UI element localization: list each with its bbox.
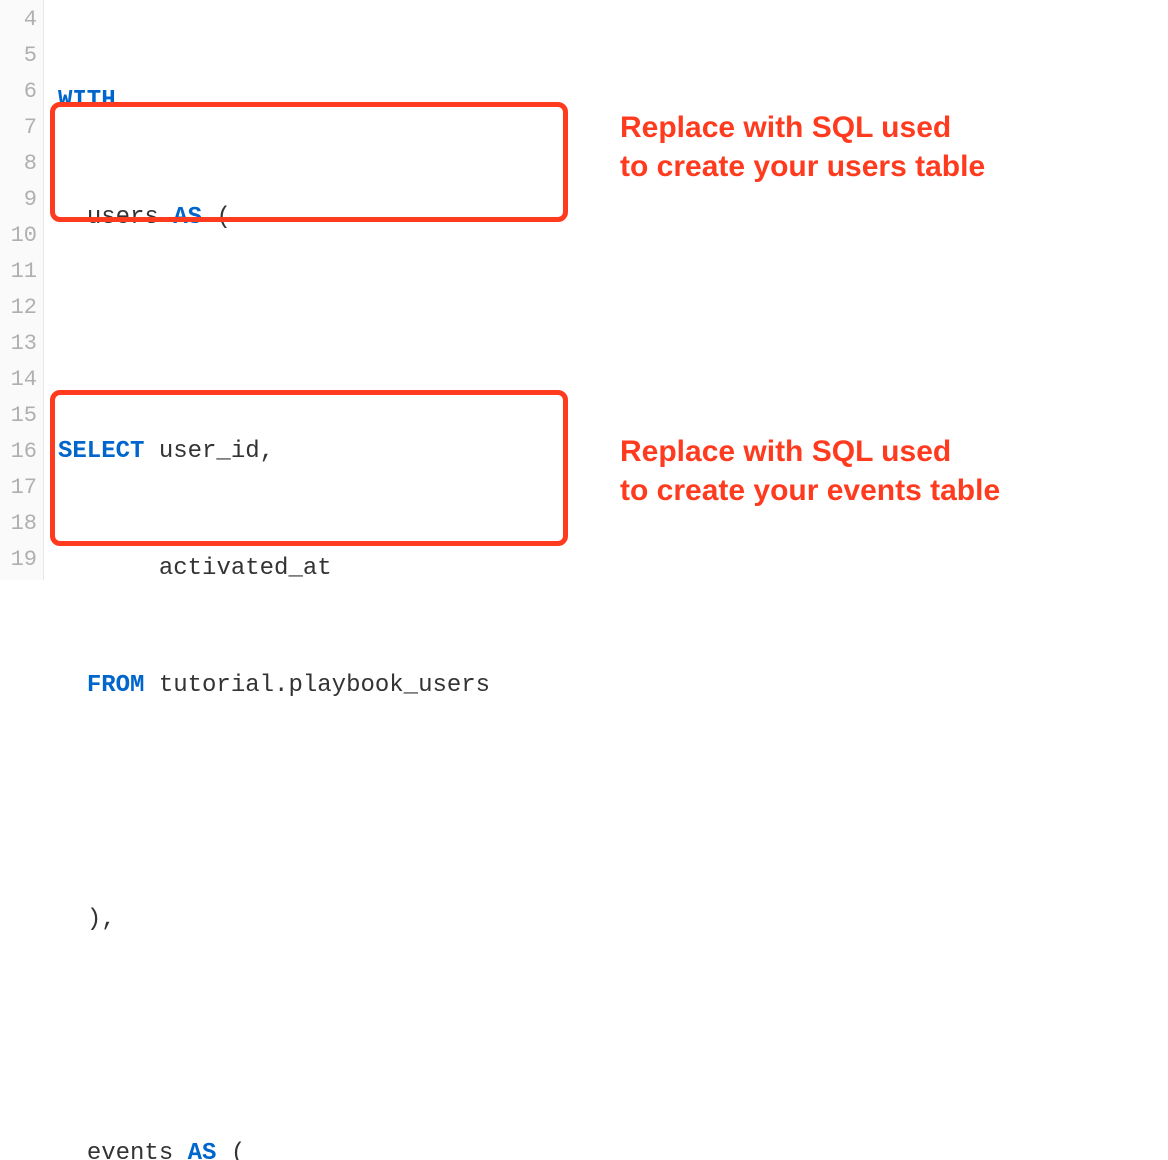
code-text: users <box>87 204 173 231</box>
code-editor: 45678910111213141516171819 WITH users AS… <box>0 0 1168 580</box>
keyword: WITH <box>58 87 116 114</box>
code-text: ( <box>202 204 231 231</box>
code-text: events <box>87 1140 188 1160</box>
line-number: 19 <box>0 542 43 578</box>
code-text: tutorial <box>144 672 274 699</box>
dot: . <box>274 672 288 699</box>
code-text: ( <box>216 1140 245 1160</box>
line-number: 14 <box>0 362 43 398</box>
line-number: 5 <box>0 38 43 74</box>
code-line[interactable]: users AS ( <box>58 200 1168 236</box>
indent <box>58 204 87 231</box>
indent <box>58 555 159 582</box>
line-number-gutter: 45678910111213141516171819 <box>0 0 44 580</box>
line-number: 16 <box>0 434 43 470</box>
code-line[interactable]: SELECT user_id, <box>58 434 1168 470</box>
code-line[interactable]: activated_at <box>58 551 1168 587</box>
indent <box>58 906 87 933</box>
line-number: 18 <box>0 506 43 542</box>
code-line[interactable]: FROM tutorial.playbook_users <box>58 668 1168 704</box>
line-number: 7 <box>0 110 43 146</box>
line-number: 11 <box>0 254 43 290</box>
code-line[interactable] <box>58 317 1168 353</box>
line-number: 6 <box>0 74 43 110</box>
code-line[interactable] <box>58 785 1168 821</box>
line-number: 17 <box>0 470 43 506</box>
line-number: 12 <box>0 290 43 326</box>
code-line[interactable]: WITH <box>58 83 1168 119</box>
line-number: 10 <box>0 218 43 254</box>
keyword: FROM <box>87 672 145 699</box>
code-text: ), <box>87 906 116 933</box>
code-text: playbook_users <box>288 672 490 699</box>
code-line[interactable] <box>58 1019 1168 1055</box>
keyword: AS <box>173 204 202 231</box>
code-text: activated_at <box>159 555 332 582</box>
indent <box>58 672 87 699</box>
code-text: user_id, <box>144 438 274 465</box>
code-line[interactable]: events AS ( <box>58 1136 1168 1160</box>
line-number: 8 <box>0 146 43 182</box>
keyword: AS <box>188 1140 217 1160</box>
line-number: 13 <box>0 326 43 362</box>
indent <box>58 1140 87 1160</box>
line-number: 15 <box>0 398 43 434</box>
code-line[interactable]: ), <box>58 902 1168 938</box>
code-area[interactable]: WITH users AS ( SELECT user_id, activate… <box>44 0 1168 580</box>
line-number: 4 <box>0 2 43 38</box>
keyword: SELECT <box>58 438 144 465</box>
line-number: 9 <box>0 182 43 218</box>
